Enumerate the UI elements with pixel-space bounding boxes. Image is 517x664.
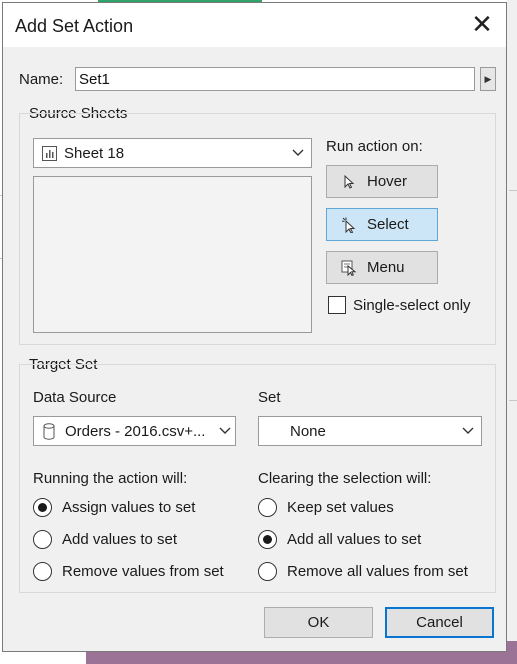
remove-all-values-radio[interactable] xyxy=(258,562,277,581)
source-sheet-dropdown[interactable]: Sheet 18 xyxy=(33,138,312,168)
add-all-values-label: Add all values to set xyxy=(287,531,422,548)
set-dropdown[interactable]: None xyxy=(258,416,482,446)
add-set-action-dialog: Add Set Action ✕ Name: ▶ Source Sheets S… xyxy=(2,2,507,652)
set-value: None xyxy=(290,423,326,440)
name-insert-arrow-icon[interactable]: ▶ xyxy=(480,67,496,91)
hover-button[interactable]: Hover xyxy=(326,165,438,198)
name-field[interactable] xyxy=(75,67,475,91)
pointer-icon xyxy=(344,174,355,189)
background-divider xyxy=(509,190,517,191)
background-app-edge xyxy=(507,0,517,664)
chevron-down-icon xyxy=(219,427,231,434)
run-action-label: Run action on: xyxy=(326,138,423,155)
remove-all-values-label: Remove all values from set xyxy=(287,563,468,580)
single-select-checkbox[interactable] xyxy=(328,296,346,314)
name-label: Name: xyxy=(19,71,64,88)
bar-chart-icon xyxy=(42,146,57,161)
running-action-label: Running the action will: xyxy=(33,470,188,487)
source-sheets-list[interactable] xyxy=(33,176,312,333)
clearing-selection-label: Clearing the selection will: xyxy=(258,470,432,487)
background-divider xyxy=(509,400,517,401)
data-source-dropdown[interactable]: Orders - 2016.csv+... xyxy=(33,416,236,446)
select-button[interactable]: Select xyxy=(326,208,438,241)
hover-button-label: Hover xyxy=(367,173,408,190)
keep-set-values-label: Keep set values xyxy=(287,499,394,516)
title-bar: Add Set Action ✕ xyxy=(3,3,506,47)
remove-values-radio[interactable] xyxy=(33,562,52,581)
add-all-values-radio[interactable] xyxy=(258,530,277,549)
single-select-label: Single-select only xyxy=(353,297,471,314)
source-sheet-value: Sheet 18 xyxy=(64,145,125,162)
add-values-label: Add values to set xyxy=(62,531,178,548)
data-source-value: Orders - 2016.csv+... xyxy=(65,423,206,440)
ok-button[interactable]: OK xyxy=(264,607,373,638)
chevron-down-icon xyxy=(462,427,474,434)
assign-values-label: Assign values to set xyxy=(62,499,196,516)
menu-button[interactable]: Menu xyxy=(326,251,438,284)
close-icon[interactable]: ✕ xyxy=(466,9,498,41)
select-button-label: Select xyxy=(367,216,409,233)
remove-values-label: Remove values from set xyxy=(62,563,224,580)
assign-values-radio[interactable] xyxy=(33,498,52,517)
menu-pointer-icon xyxy=(341,260,357,276)
add-values-radio[interactable] xyxy=(33,530,52,549)
set-label: Set xyxy=(258,389,281,406)
data-source-label: Data Source xyxy=(33,389,117,406)
cancel-button[interactable]: Cancel xyxy=(385,607,494,638)
menu-button-label: Menu xyxy=(367,259,405,276)
chevron-down-icon xyxy=(292,149,304,156)
select-pointer-icon xyxy=(341,217,356,233)
database-icon xyxy=(43,423,55,440)
keep-set-values-radio[interactable] xyxy=(258,498,277,517)
dialog-title: Add Set Action xyxy=(15,16,134,36)
